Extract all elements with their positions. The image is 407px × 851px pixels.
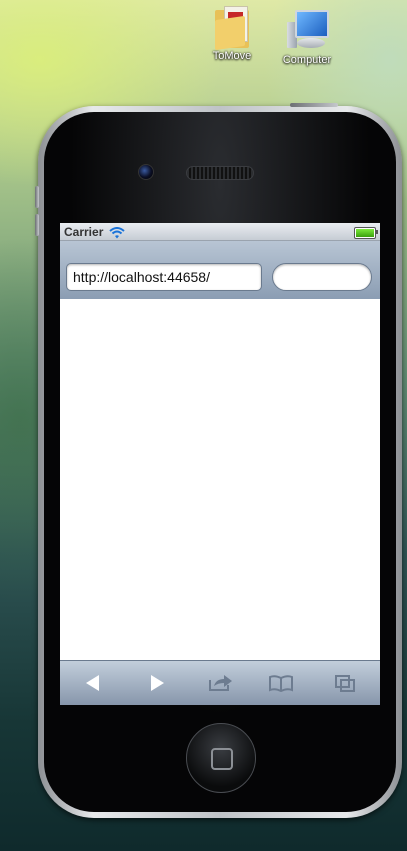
- tabs-button[interactable]: [330, 669, 360, 697]
- volume-up-button[interactable]: [35, 186, 39, 208]
- iphone-simulator-frame: Carrier: [35, 103, 402, 818]
- back-button[interactable]: [78, 669, 108, 697]
- carrier-label: Carrier: [64, 224, 104, 239]
- bookmarks-button[interactable]: [266, 669, 296, 697]
- folder-icon: [212, 4, 252, 51]
- share-icon: [209, 675, 232, 691]
- desktop-icon-computer[interactable]: Computer: [272, 8, 342, 66]
- status-bar: Carrier: [60, 223, 380, 241]
- power-button[interactable]: [290, 103, 338, 107]
- page-content-area[interactable]: [60, 299, 380, 661]
- back-arrow-icon: [86, 675, 99, 691]
- tabs-icon: [335, 675, 355, 692]
- wifi-icon: [109, 226, 126, 238]
- home-button[interactable]: [186, 723, 256, 793]
- front-camera: [138, 164, 154, 180]
- home-square-icon: [211, 748, 233, 770]
- forward-button[interactable]: [142, 669, 172, 697]
- desktop-icon-tomove[interactable]: ToMove: [197, 4, 267, 62]
- browser-toolbar: [60, 660, 380, 705]
- battery-level: [356, 229, 374, 237]
- browser-nav-bar: [60, 241, 380, 300]
- desktop-icon-label: ToMove: [212, 50, 252, 62]
- bookmarks-icon: [269, 675, 293, 692]
- computer-icon: [287, 8, 329, 52]
- search-field[interactable]: [272, 263, 372, 291]
- volume-down-button[interactable]: [35, 214, 39, 236]
- phone-screen: Carrier: [60, 223, 380, 705]
- url-field[interactable]: [66, 263, 262, 291]
- earpiece-speaker: [186, 166, 254, 180]
- forward-arrow-icon: [151, 675, 164, 691]
- share-button[interactable]: [206, 669, 236, 697]
- battery-icon: [354, 227, 378, 239]
- desktop-icon-label: Computer: [282, 54, 332, 66]
